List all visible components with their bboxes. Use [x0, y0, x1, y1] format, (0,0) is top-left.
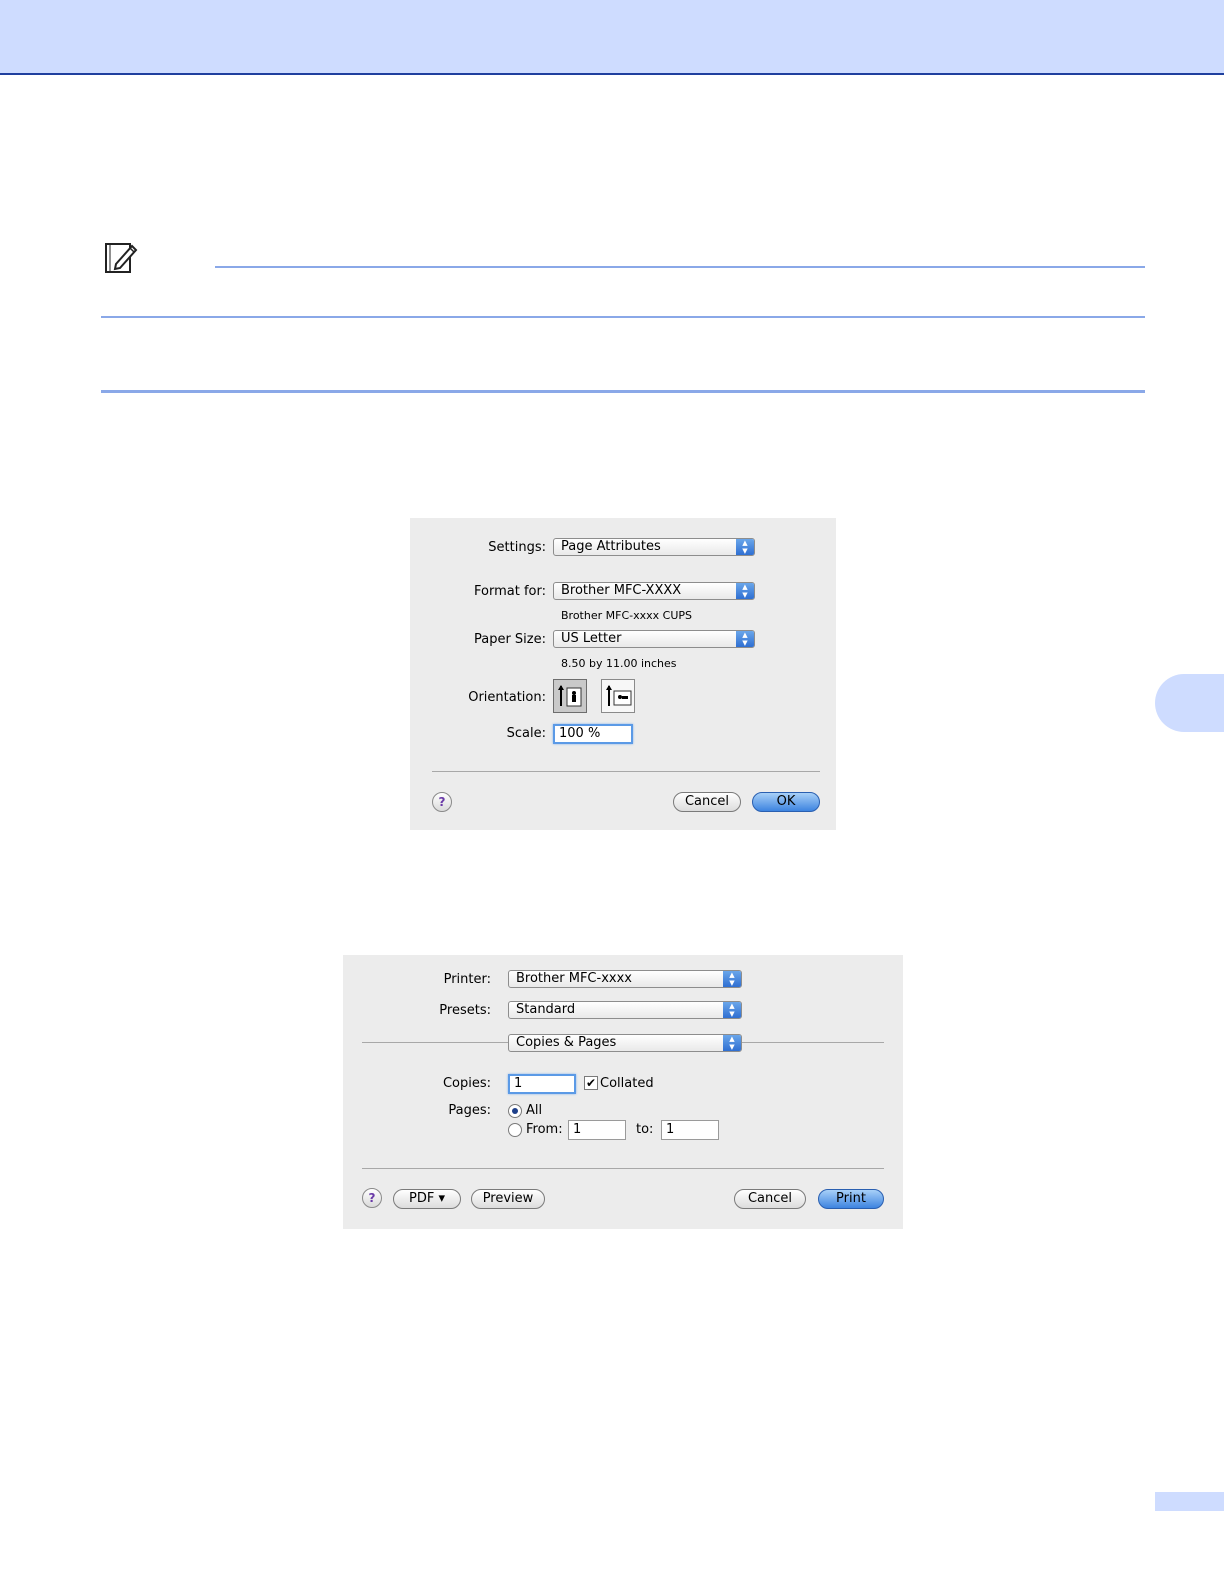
page-setup-dialog: Settings: Page Attributes ▲ ▼ Format for:… — [410, 518, 836, 830]
scale-field[interactable]: 100 % — [553, 724, 633, 744]
paper-size-value: US Letter — [561, 631, 622, 646]
panel-popup[interactable]: Copies & Pages ▲ ▼ — [508, 1034, 742, 1052]
printer-value: Brother MFC-xxxx — [516, 971, 632, 986]
presets-value: Standard — [516, 1002, 576, 1017]
to-field[interactable]: 1 — [661, 1120, 719, 1140]
panel-value: Copies & Pages — [516, 1035, 617, 1050]
orientation-label: Orientation: — [468, 690, 546, 705]
updown-arrows-icon: ▲ ▼ — [723, 971, 741, 987]
note-top-rule — [215, 266, 1145, 268]
help-button[interactable]: ? — [432, 792, 452, 812]
copies-label: Copies: — [442, 1076, 491, 1091]
scale-label: Scale: — [506, 726, 546, 741]
presets-popup[interactable]: Standard ▲ ▼ — [508, 1001, 742, 1019]
note-pencil-icon — [104, 240, 138, 274]
portrait-orientation-button[interactable] — [553, 679, 587, 713]
from-field[interactable]: 1 — [568, 1120, 626, 1140]
format-for-description: Brother MFC-xxxx CUPS — [561, 609, 692, 622]
paper-size-label: Paper Size: — [473, 632, 546, 647]
cancel-button[interactable]: Cancel — [673, 792, 741, 812]
note-bottom-rule — [101, 316, 1145, 318]
presets-label: Presets: — [439, 1003, 491, 1018]
section-rule — [101, 390, 1145, 393]
format-for-label: Format for: — [474, 584, 546, 599]
panel-separator-left — [362, 1042, 508, 1043]
cancel-button[interactable]: Cancel — [734, 1189, 806, 1209]
format-for-popup[interactable]: Brother MFC-XXXX ▲ ▼ — [553, 582, 755, 600]
pdf-button[interactable]: PDF ▾ — [393, 1189, 461, 1209]
copies-field[interactable]: 1 — [508, 1074, 576, 1094]
printer-label: Printer: — [443, 972, 491, 987]
panel-separator-right — [742, 1042, 884, 1043]
updown-arrows-icon: ▲ ▼ — [736, 539, 754, 555]
landscape-orientation-icon — [606, 685, 632, 706]
updown-arrows-icon: ▲ ▼ — [736, 583, 754, 599]
paper-size-description: 8.50 by 11.00 inches — [561, 657, 677, 670]
dialog-separator — [432, 771, 820, 772]
to-label: to: — [636, 1122, 654, 1137]
collated-checkbox[interactable]: ✔ — [584, 1076, 598, 1090]
dialog-separator — [362, 1168, 884, 1169]
print-dialog: Printer: Brother MFC-xxxx ▲ ▼ Presets: St… — [343, 955, 903, 1229]
pages-label: Pages: — [448, 1103, 491, 1118]
collated-label: Collated — [600, 1076, 654, 1091]
all-label: All — [526, 1103, 543, 1118]
format-for-value: Brother MFC-XXXX — [561, 583, 682, 598]
updown-arrows-icon: ▲ ▼ — [736, 631, 754, 647]
pages-from-radio[interactable] — [508, 1123, 522, 1137]
portrait-orientation-icon — [558, 685, 582, 707]
landscape-orientation-button[interactable] — [601, 679, 635, 713]
pages-all-radio[interactable] — [508, 1104, 522, 1118]
page-number-tab — [1155, 1492, 1224, 1511]
settings-value: Page Attributes — [561, 539, 661, 554]
printer-popup[interactable]: Brother MFC-xxxx ▲ ▼ — [508, 970, 742, 988]
chapter-tab — [1155, 674, 1224, 732]
header-band — [0, 0, 1224, 75]
ok-button[interactable]: OK — [752, 792, 820, 812]
settings-popup[interactable]: Page Attributes ▲ ▼ — [553, 538, 755, 556]
paper-size-popup[interactable]: US Letter ▲ ▼ — [553, 630, 755, 648]
updown-arrows-icon: ▲ ▼ — [723, 1002, 741, 1018]
preview-button[interactable]: Preview — [471, 1189, 545, 1209]
from-label: From: — [526, 1122, 563, 1137]
help-button[interactable]: ? — [362, 1188, 382, 1208]
settings-label: Settings: — [488, 540, 546, 555]
print-button[interactable]: Print — [818, 1189, 884, 1209]
updown-arrows-icon: ▲ ▼ — [723, 1035, 741, 1051]
